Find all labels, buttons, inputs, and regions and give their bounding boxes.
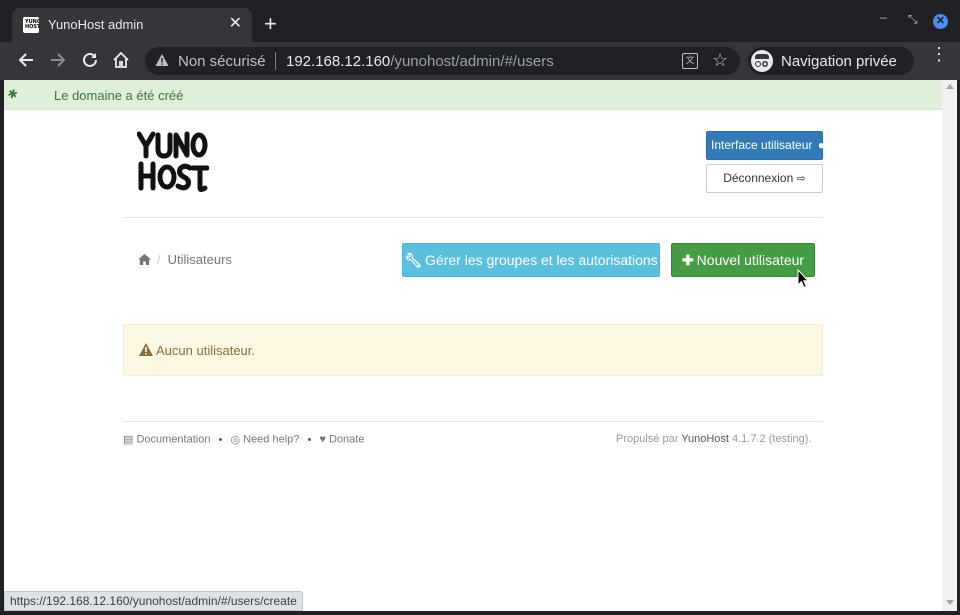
page-viewport: ✱ Le domaine a été créé Interface utilis… [4, 80, 942, 611]
new-user-button[interactable]: ✚ Nouvel utilisateur [671, 243, 815, 277]
scroll-down-arrow-icon[interactable] [946, 600, 954, 605]
breadcrumb-current: Utilisateurs [167, 252, 232, 267]
documentation-link[interactable]: Documentation [136, 434, 210, 446]
no-users-alert: Aucun utilisateur. [123, 324, 823, 376]
flash-success-message: ✱ Le domaine a été créé [4, 80, 942, 110]
url-text[interactable]: 192.168.12.160/yunohost/admin/#/users [286, 53, 554, 70]
bookmark-star-icon[interactable]: ☆ [712, 50, 728, 71]
scroll-up-arrow-icon[interactable] [946, 84, 954, 89]
window-minimize-icon[interactable]: ‒ [880, 10, 887, 24]
footer-divider [123, 421, 823, 422]
new-user-label: Nouvel utilisateur [696, 252, 805, 268]
heart-icon: ♥ [319, 433, 326, 446]
book-icon: ▤ [123, 434, 134, 446]
yunohost-favicon-icon: YUNO HOST [23, 17, 39, 33]
user-interface-label: Interface utilisateur [711, 138, 813, 152]
home-breadcrumb-icon[interactable] [138, 253, 151, 265]
yunohost-logo[interactable] [137, 130, 209, 194]
wrench-icon: 🔧︎ [404, 252, 423, 268]
warning-icon [139, 343, 153, 356]
header-divider [123, 217, 823, 218]
page-scrollbar[interactable] [942, 80, 957, 611]
sign-out-icon: ⇨ [796, 173, 806, 185]
new-tab-icon[interactable]: + [264, 13, 277, 35]
footer-separator: • [218, 433, 223, 446]
incognito-icon [751, 50, 773, 72]
browser-tab-bar: YUNO HOST YunoHost admin ✕ + ‒ ⤡ ✕ [0, 0, 960, 42]
incognito-label: Navigation privée [781, 53, 897, 70]
translate-icon[interactable]: 文 [682, 53, 698, 69]
browser-menu-icon[interactable]: ⋮ [930, 45, 948, 63]
back-arrow-icon[interactable] [16, 51, 36, 71]
home-icon[interactable] [111, 51, 131, 71]
lifesaver-icon: ◎ [230, 434, 241, 446]
logout-button[interactable]: Déconnexion ⇨ [706, 164, 823, 193]
yunohost-link[interactable]: YunoHost [681, 433, 729, 445]
incognito-indicator[interactable]: Navigation privée [748, 47, 914, 75]
donate-link[interactable]: Donate [329, 434, 364, 446]
powered-by-label: Propulsé par [616, 433, 679, 445]
reload-icon[interactable] [80, 51, 100, 71]
window-close-icon[interactable]: ✕ [933, 14, 948, 29]
manage-groups-button[interactable]: 🔧︎ Gérer les groupes et les autorisations [402, 243, 660, 277]
flash-text: Le domaine a été créé [54, 88, 184, 103]
help-link[interactable]: Need help? [243, 434, 299, 446]
footer-links: ▤ Documentation • ◎ Need help? • ♥ Donat… [123, 433, 364, 447]
powered-by: Propulsé par YunoHost 4.1.7.2 (testing). [616, 433, 812, 445]
user-icon: ● [817, 138, 825, 152]
warning-triangle-icon[interactable] [155, 53, 169, 67]
breadcrumb: / Utilisateurs [138, 252, 232, 267]
breadcrumb-separator: / [157, 252, 161, 267]
link-status-bubble: https://192.168.12.160/yunohost/admin/#/… [4, 591, 303, 611]
plus-icon: ✚ [681, 252, 694, 268]
browser-toolbar: Non sécurisé 192.168.12.160/yunohost/adm… [0, 42, 960, 80]
mouse-cursor-icon [797, 269, 809, 289]
url-path: /yunohost/admin/#/users [390, 53, 554, 70]
forward-arrow-icon[interactable] [48, 51, 68, 71]
alert-text: Aucun utilisateur. [156, 343, 256, 358]
omnibox-divider [275, 52, 276, 70]
address-bar[interactable]: Non sécurisé 192.168.12.160/yunohost/adm… [145, 47, 740, 75]
pin-icon[interactable]: ✱ [5, 85, 22, 102]
url-host: 192.168.12.160 [286, 53, 391, 70]
security-status-label[interactable]: Non sécurisé [178, 53, 266, 70]
logout-label: Déconnexion [723, 171, 794, 185]
window-restore-icon[interactable]: ⤡ [908, 12, 918, 27]
footer-separator: • [307, 433, 312, 446]
tab-title: YunoHost admin [48, 17, 144, 32]
tab-close-icon[interactable]: ✕ [229, 15, 242, 33]
user-interface-button[interactable]: Interface utilisateur ● [706, 131, 825, 160]
browser-tab[interactable]: YUNO HOST YunoHost admin ✕ [12, 8, 252, 42]
manage-groups-label: Gérer les groupes et les autorisations [425, 252, 658, 268]
version-label: 4.1.7.2 (testing). [732, 433, 812, 445]
